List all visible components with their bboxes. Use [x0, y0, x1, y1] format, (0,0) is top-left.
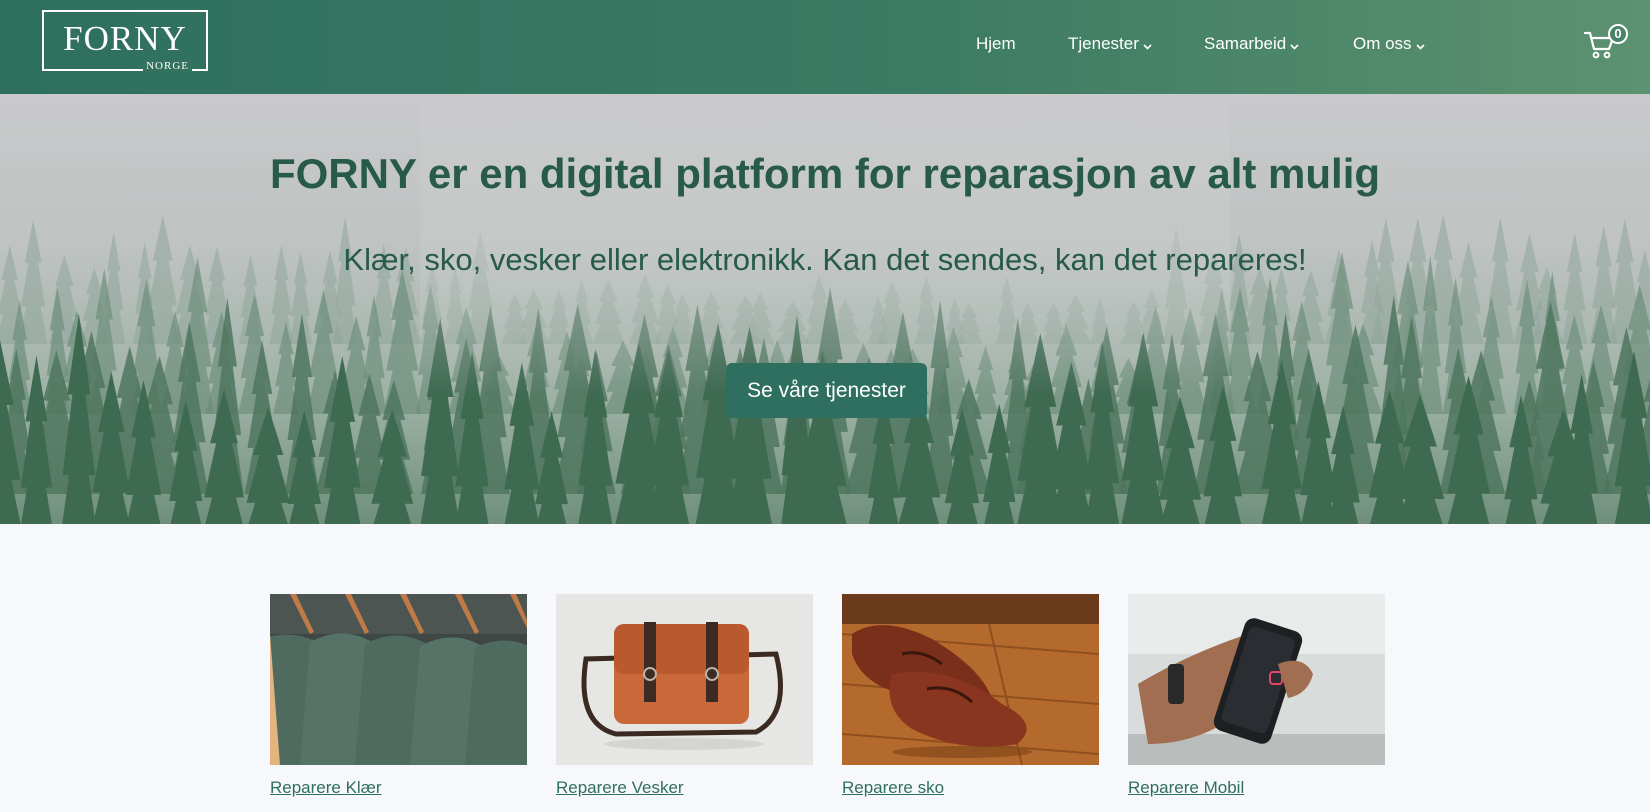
service-card-mobile[interactable]: Reparere Mobil	[1128, 594, 1385, 797]
nav-item-samarbeid[interactable]: Samarbeid	[1204, 32, 1299, 57]
forny-logo[interactable]: FORNY NORGE	[42, 10, 208, 72]
view-services-button[interactable]: Se våre tjenester	[726, 363, 927, 418]
nav-item-label: Om oss	[1353, 34, 1412, 53]
hero-banner: FORNY er en digital platform for reparas…	[0, 94, 1650, 524]
hero-subtitle: Klær, sko, vesker eller elektronikk. Kan…	[343, 242, 1307, 277]
clothes-on-hangers-image[interactable]	[270, 594, 527, 765]
chevron-down-icon	[1290, 33, 1299, 57]
nav-item-om-oss[interactable]: Om oss	[1353, 32, 1425, 57]
service-link-shoes[interactable]: Reparere sko	[842, 778, 944, 798]
service-card-bags[interactable]: Reparere Vesker	[556, 594, 813, 797]
nav-item-label: Hjem	[976, 34, 1016, 53]
cart-count-badge: 0	[1608, 24, 1628, 44]
service-card-clothes[interactable]: Reparere Klær	[270, 594, 527, 797]
chevron-down-icon	[1415, 33, 1425, 57]
leather-shoes-image[interactable]	[842, 594, 1099, 765]
nav-item-label: Samarbeid	[1204, 34, 1287, 53]
service-link-clothes[interactable]: Reparere Klær	[270, 778, 382, 798]
hero-title: FORNY er en digital platform for reparas…	[269, 150, 1381, 197]
site-header: FORNY NORGE Hjem Tjenester Samarbeid Om …	[0, 0, 1650, 94]
nav-item-label: Tjenester	[1068, 34, 1139, 53]
cart-button[interactable]: 0	[1584, 24, 1628, 60]
nav-item-tjenester[interactable]: Tjenester	[1068, 32, 1152, 57]
logo-wordmark: FORNY	[63, 19, 187, 58]
service-link-mobile[interactable]: Reparere Mobil	[1128, 778, 1244, 798]
pine-tree-shape	[246, 406, 290, 524]
chevron-down-icon	[1143, 33, 1152, 57]
service-card-shoes[interactable]: Reparere sko	[842, 594, 1099, 797]
leather-bag-image[interactable]	[556, 594, 813, 765]
mobile-phone-image[interactable]	[1128, 594, 1385, 765]
logo-subtext: NORGE	[143, 60, 192, 72]
service-link-bags[interactable]: Reparere Vesker	[556, 778, 684, 798]
nav-item-hjem[interactable]: Hjem	[976, 32, 1016, 56]
